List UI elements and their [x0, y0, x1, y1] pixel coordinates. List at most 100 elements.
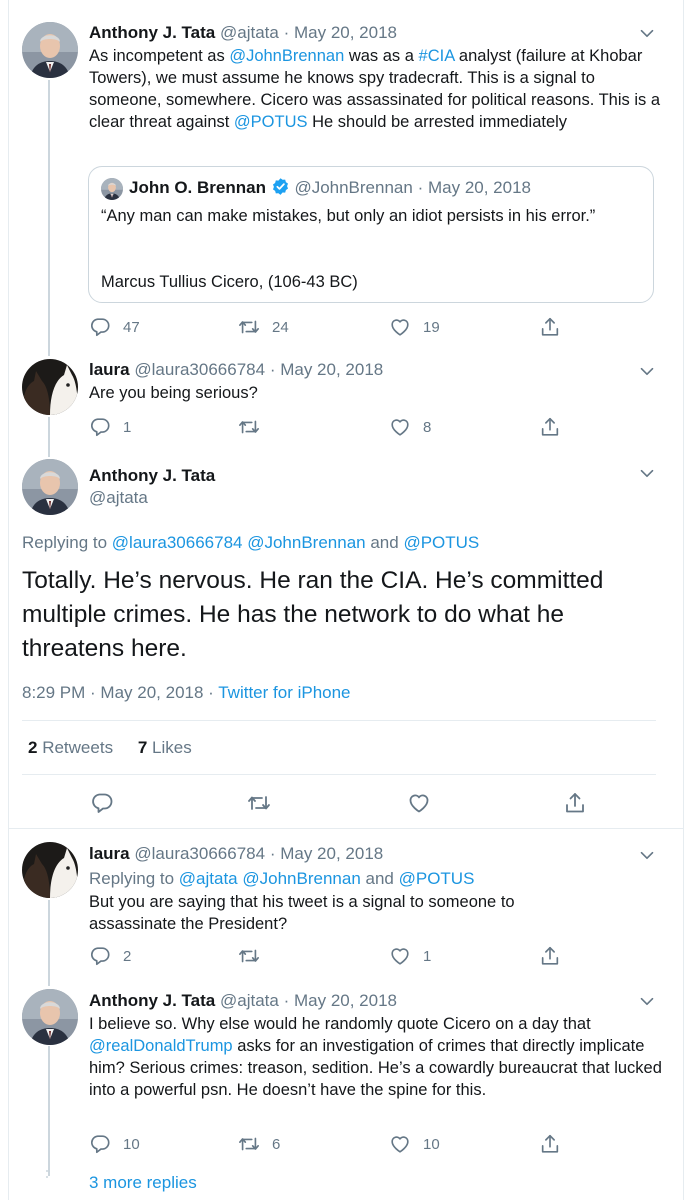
tweet-timestamp: 8:29 PM · May 20, 2018 · Twitter for iPh…	[22, 682, 351, 704]
chevron-down-icon[interactable]	[636, 360, 658, 382]
mention-link[interactable]: @POTUS	[403, 533, 479, 552]
retweet-button[interactable]: 24	[238, 316, 289, 338]
text-segment: was as a	[344, 47, 419, 65]
mention-link[interactable]: @laura30666784	[112, 533, 243, 552]
like-button[interactable]: 8	[389, 416, 431, 438]
reply-button[interactable]: 47	[89, 316, 140, 338]
quoted-tweet[interactable]: John O. Brennan @JohnBrennan · May 20, 2…	[88, 166, 654, 303]
hashtag-link[interactable]: #CIA	[419, 47, 455, 65]
avatar[interactable]	[22, 359, 78, 415]
mention-link[interactable]: @realDonaldTrump	[89, 1037, 233, 1055]
thread-line	[48, 1046, 50, 1176]
tweet-date[interactable]: May 20, 2018	[294, 23, 397, 42]
avatar[interactable]	[22, 459, 78, 515]
reply-icon	[89, 1133, 111, 1155]
tweet-actions: 47 24 19	[89, 316, 609, 340]
thread-line	[48, 900, 50, 986]
replying-to: Replying to @laura30666784 @JohnBrennan …	[22, 532, 479, 554]
like-count: 10	[423, 1135, 440, 1153]
share-icon	[539, 316, 561, 338]
tweet-date[interactable]: May 20, 2018	[280, 844, 383, 863]
author-handle[interactable]: @ajtata	[220, 991, 279, 1010]
share-button[interactable]	[539, 1133, 561, 1155]
chevron-down-icon[interactable]	[636, 990, 658, 1012]
replying-and: and	[360, 869, 399, 888]
quoted-header: John O. Brennan @JohnBrennan · May 20, 2…	[129, 177, 531, 199]
author-handle[interactable]: @laura30666784	[134, 844, 265, 863]
reply-button[interactable]: 10	[89, 1133, 140, 1155]
replying-label: Replying to	[22, 533, 112, 552]
tweet-time[interactable]: 8:29 PM · May 20, 2018 ·	[22, 683, 218, 702]
reply-count: 47	[123, 318, 140, 336]
chevron-down-icon[interactable]	[636, 22, 658, 44]
reply-count: 10	[123, 1135, 140, 1153]
retweet-icon	[238, 1133, 260, 1155]
retweet-button[interactable]	[238, 416, 260, 438]
mention-link[interactable]: @ajtata	[179, 869, 238, 888]
retweet-count: 24	[272, 318, 289, 336]
reply-button[interactable]: 1	[89, 416, 131, 438]
retweet-button[interactable]	[247, 791, 271, 815]
replying-and: and	[365, 533, 404, 552]
retweet-icon	[238, 416, 260, 438]
author-handle[interactable]: @ajtata	[220, 23, 279, 42]
author-name[interactable]: Anthony J. Tata	[89, 465, 215, 487]
quoted-date: May 20, 2018	[427, 178, 531, 197]
like-icon	[389, 1133, 411, 1155]
author-name[interactable]: Anthony J. Tata	[89, 23, 215, 42]
like-icon	[389, 416, 411, 438]
author-name[interactable]: laura	[89, 360, 130, 379]
mention-link[interactable]: @JohnBrennan	[229, 47, 344, 65]
author-name[interactable]: laura	[89, 844, 130, 863]
share-icon	[563, 791, 587, 815]
mention-link[interactable]: @JohnBrennan	[242, 869, 360, 888]
like-count: 8	[423, 418, 432, 436]
avatar[interactable]	[22, 989, 78, 1045]
share-button[interactable]	[539, 945, 561, 967]
share-button[interactable]	[539, 316, 561, 338]
tweet-date[interactable]: May 20, 2018	[294, 991, 397, 1010]
separator-dot: ·	[283, 23, 290, 42]
mention-link[interactable]: @POTUS	[234, 113, 308, 131]
like-button[interactable]: 1	[389, 945, 431, 967]
tweet-header: Anthony J. Tata @ajtata · May 20, 2018	[89, 22, 397, 44]
like-button[interactable]: 19	[389, 316, 440, 338]
like-button[interactable]	[407, 791, 431, 815]
separator-dot: ·	[283, 991, 290, 1010]
mention-link[interactable]: @POTUS	[399, 869, 475, 888]
share-button[interactable]	[539, 416, 561, 438]
author-handle[interactable]: @laura30666784	[134, 360, 265, 379]
reply-button[interactable]	[90, 791, 114, 815]
reply-button[interactable]: 2	[89, 945, 131, 967]
like-button[interactable]: 10	[389, 1133, 440, 1155]
likes-stat[interactable]: 7 Likes	[138, 738, 192, 757]
quoted-text: “Any man can make mistakes, but only an …	[101, 207, 596, 225]
quoted-handle: @JohnBrennan	[294, 178, 413, 197]
separator-dot: ·	[269, 844, 276, 863]
tweet-text: Are you being serious?	[89, 384, 258, 402]
retweet-button[interactable]: 6	[238, 1133, 280, 1155]
author-name[interactable]: Anthony J. Tata	[89, 991, 215, 1010]
divider	[22, 774, 656, 775]
author-handle[interactable]: @ajtata	[89, 487, 148, 509]
reply-count: 2	[123, 947, 132, 965]
like-icon	[389, 316, 411, 338]
text-segment: He should be arrested immediately	[307, 113, 568, 131]
thread-dot	[46, 1176, 48, 1178]
avatar[interactable]	[22, 842, 78, 898]
chevron-down-icon[interactable]	[636, 844, 658, 866]
chevron-down-icon[interactable]	[636, 462, 658, 484]
mention-link[interactable]: @JohnBrennan	[247, 533, 365, 552]
avatar[interactable]	[22, 22, 78, 78]
show-more-replies-link[interactable]: 3 more replies	[89, 1172, 197, 1194]
retweet-icon	[238, 316, 260, 338]
like-icon	[389, 945, 411, 967]
tweet-source-link[interactable]: Twitter for iPhone	[218, 683, 350, 702]
share-button[interactable]	[563, 791, 587, 815]
reply-icon	[89, 416, 111, 438]
retweets-stat[interactable]: 2 Retweets	[28, 738, 113, 757]
retweet-button[interactable]	[238, 945, 260, 967]
quoted-avatar	[101, 178, 123, 200]
replying-to: Replying to @ajtata @JohnBrennan and @PO…	[89, 868, 474, 890]
tweet-date[interactable]: May 20, 2018	[280, 360, 383, 379]
